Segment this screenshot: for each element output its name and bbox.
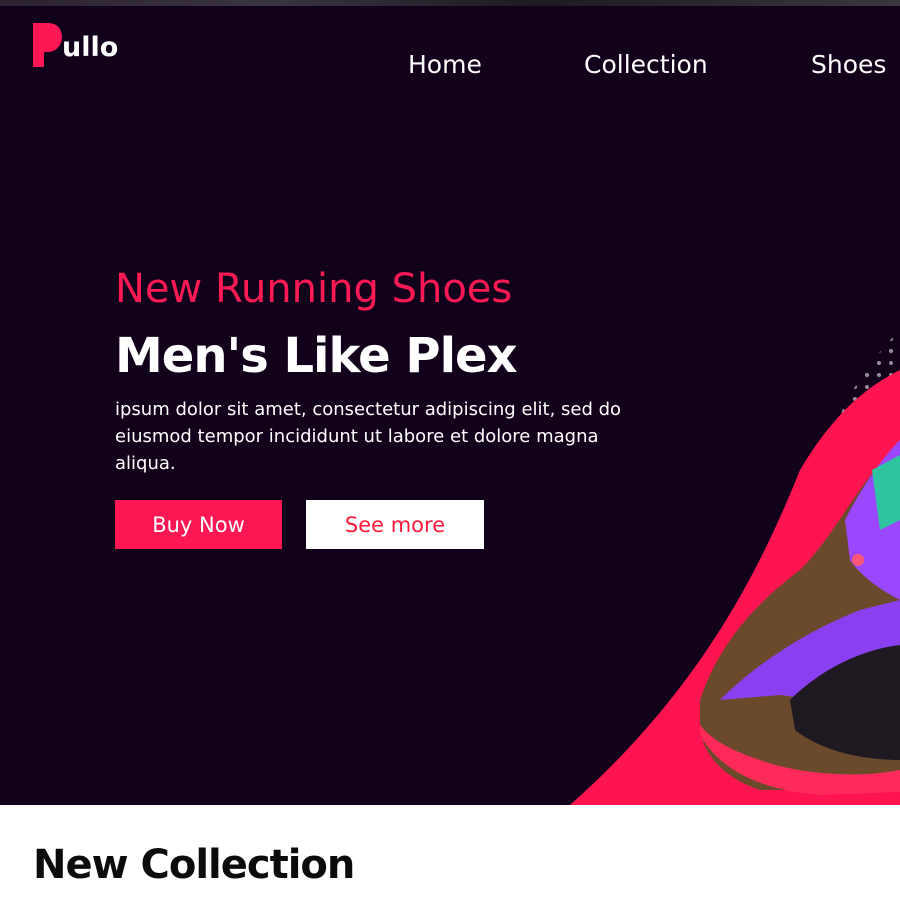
buy-now-button[interactable]: Buy Now	[115, 500, 282, 549]
nav-home[interactable]: Home	[408, 50, 482, 79]
main-navigation: Home Collection Shoes	[0, 50, 900, 84]
nav-collection[interactable]: Collection	[584, 50, 708, 79]
hero-headline: Men's Like Plex	[115, 328, 518, 384]
collection-title: New Collection	[33, 842, 355, 888]
hero-eyebrow: New Running Shoes	[115, 266, 513, 312]
hero-section: ullo Home Collection Shoes New Running S…	[0, 0, 900, 805]
see-more-button[interactable]: See more	[306, 500, 484, 549]
nav-shoes[interactable]: Shoes	[811, 50, 886, 79]
hero-description: ipsum dolor sit amet, consectetur adipis…	[115, 399, 622, 474]
